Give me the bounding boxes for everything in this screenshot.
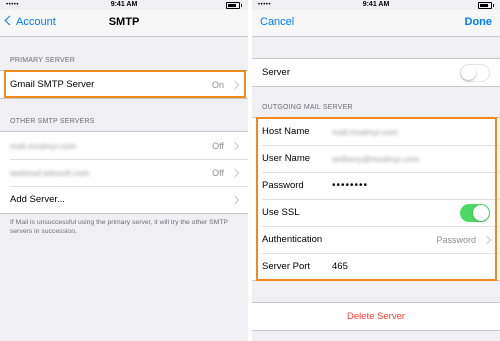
other-servers-header: OTHER SMTP SERVERS — [10, 118, 95, 125]
other-server-status: Off — [212, 167, 224, 178]
done-button[interactable]: Done — [465, 16, 493, 28]
host-name-label: Host Name — [262, 126, 310, 137]
chevron-right-icon — [230, 141, 240, 150]
battery-tip — [493, 4, 494, 7]
status-time: 9:41 AM — [110, 1, 138, 8]
password-row[interactable]: Password •••••••• — [252, 172, 500, 199]
server-port-row[interactable]: Server Port 465 — [252, 253, 500, 280]
chevron-right-icon — [230, 80, 240, 89]
server-port-label: Server Port — [262, 261, 311, 272]
server-label: Server — [262, 67, 290, 78]
primary-server-header: PRIMARY SERVER — [10, 57, 76, 64]
primary-server-group: Gmail SMTP Server On — [0, 70, 248, 99]
other-server-row[interactable]: mail.modmyi.com Off — [0, 132, 248, 159]
server-detail-screen: ••••• 9:41 AM Cancel Done Server OUTGOIN… — [252, 0, 500, 341]
other-server-label: mail.modmyi.com — [10, 140, 77, 151]
page-title: SMTP — [108, 16, 140, 28]
authentication-label: Authentication — [262, 234, 323, 245]
other-server-status: Off — [212, 140, 224, 151]
smtp-list-screen: ••••• 9:41 AM Account SMTP PRIMARY SERVE… — [0, 0, 248, 341]
use-ssl-row: Use SSL — [252, 199, 500, 226]
battery-tip — [241, 4, 242, 7]
primary-server-label: Gmail SMTP Server — [10, 79, 95, 90]
add-server-row[interactable]: Add Server... — [0, 186, 248, 213]
cancel-button[interactable]: Cancel — [260, 16, 294, 28]
outgoing-server-group: Host Name mail.modmyi.com User Name anth… — [252, 117, 500, 281]
password-field[interactable]: •••••••• — [332, 180, 368, 191]
chevron-right-icon — [230, 168, 240, 177]
status-bar: ••••• 9:41 AM — [0, 0, 248, 10]
add-server-label: Add Server... — [10, 194, 65, 205]
authentication-row[interactable]: Authentication Password — [252, 226, 500, 253]
outgoing-server-header: OUTGOING MAIL SERVER — [262, 104, 353, 111]
status-bar: ••••• 9:41 AM — [252, 0, 500, 10]
nav-bar: Cancel Done — [252, 10, 500, 37]
host-name-row[interactable]: Host Name mail.modmyi.com — [252, 118, 500, 145]
other-server-label: webmail.talosoft.com — [10, 167, 90, 178]
delete-server-group: Delete Server — [252, 302, 500, 331]
primary-server-status: On — [211, 79, 224, 90]
authentication-value: Password — [436, 234, 476, 245]
toggle-knob — [473, 204, 489, 221]
user-name-label: User Name — [262, 153, 311, 164]
other-server-row[interactable]: webmail.talosoft.com Off — [0, 159, 248, 186]
use-ssl-toggle[interactable] — [460, 203, 490, 222]
user-name-field[interactable]: anthony@modmyi.com — [332, 154, 419, 164]
battery-icon — [226, 2, 240, 9]
password-label: Password — [262, 180, 304, 191]
user-name-row[interactable]: User Name anthony@modmyi.com — [252, 145, 500, 172]
toggle-knob — [461, 64, 476, 80]
server-port-field[interactable]: 465 — [332, 261, 348, 272]
server-toggle[interactable] — [460, 63, 490, 82]
chevron-right-icon — [230, 195, 240, 204]
battery-icon — [478, 2, 492, 9]
chevron-right-icon — [482, 235, 492, 244]
other-servers-group: mail.modmyi.com Off webmail.talosoft.com… — [0, 131, 248, 214]
nav-bar: Account SMTP — [0, 10, 248, 37]
server-toggle-group: Server — [252, 58, 500, 87]
delete-server-label: Delete Server — [346, 311, 406, 322]
footer-note: If Mail is unsuccessful using the primar… — [10, 219, 228, 235]
primary-server-row[interactable]: Gmail SMTP Server On — [0, 71, 248, 98]
status-time: 9:41 AM — [362, 1, 390, 8]
delete-server-button[interactable]: Delete Server — [252, 303, 500, 330]
use-ssl-label: Use SSL — [262, 207, 300, 218]
host-name-field[interactable]: mail.modmyi.com — [332, 127, 398, 137]
server-row: Server — [252, 59, 500, 86]
